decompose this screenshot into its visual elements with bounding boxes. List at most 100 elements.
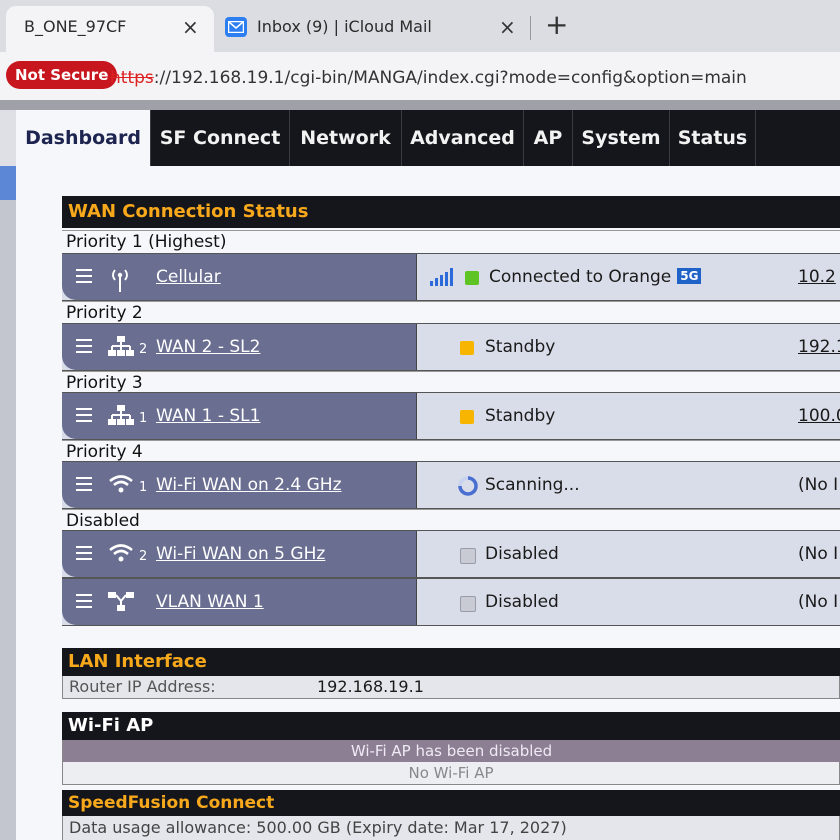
signal-bars-icon [430,268,454,290]
wan-ip-text: (No I [798,544,839,564]
wan-name-link[interactable]: WAN 2 - SL2 [156,337,260,357]
wan-status: Standby [485,337,556,357]
wan-status-panel: WAN Connection Status Priority 1 (Highes… [62,196,840,628]
wifi-ap-disabled-message: Wi-Fi AP has been disabled [62,740,840,762]
drag-handle-icon[interactable] [76,594,92,612]
wan-row-vlan[interactable]: VLAN WAN 1 Disabled (No I [62,578,840,626]
cellular-antenna-icon [108,266,132,296]
priority-label: Priority 4 [62,440,840,462]
wan-row-wifi-5[interactable]: 2 Wi-Fi WAN on 5 GHz Disabled (No I [62,530,840,578]
wan-ip-text: (No I [798,475,839,495]
wifi-ap-panel-title: Wi-Fi AP [62,712,840,740]
router-ip-row: Router IP Address: 192.168.19.1 [62,676,840,699]
wan-row-header: 2 Wi-Fi WAN on 5 GHz [62,531,417,577]
close-icon[interactable]: × [182,15,199,39]
wan-ip-link[interactable]: 10.2 [798,267,836,287]
drag-handle-icon[interactable] [76,546,92,564]
status-indicator [460,410,474,424]
priority-label: Disabled [62,509,840,531]
wan-ip-text: (No I [798,592,839,612]
wan-status: Standby [485,406,556,426]
wifi-icon [108,474,134,498]
tab-divider [530,16,531,40]
tab-ap[interactable]: AP [524,110,573,166]
url-text[interactable]: https://192.168.19.1/cgi-bin/MANGA/index… [110,68,747,88]
wan-port-number: 2 [139,342,148,357]
ethernet-network-icon [108,405,134,431]
tab-advanced[interactable]: Advanced [402,110,524,166]
drag-handle-icon[interactable] [76,408,92,426]
data-usage-row: Data usage allowance: 500.00 GB (Expiry … [62,816,840,840]
wan-row-header: 1 Wi-Fi WAN on 2.4 GHz [62,462,417,508]
wan-row-header: VLAN WAN 1 [62,579,417,625]
wan-row-wan2[interactable]: 2 WAN 2 - SL2 Standby 192.1 [62,323,840,371]
wan-port-number: 1 [139,411,148,426]
router-ip-label: Router IP Address: [69,677,216,696]
wan-ip-link[interactable]: 100.0 [798,406,840,426]
wan-status: Disabled [485,544,559,564]
wan-row-header: 2 WAN 2 - SL2 [62,324,417,370]
wifi-radio-number: 2 [139,549,148,564]
screen: B_ONE_97CF × Inbox (9) | iCloud Mail × +… [0,0,840,840]
data-usage-text: Data usage allowance: 500.00 GB (Expiry … [69,818,567,837]
wan-row-wan1[interactable]: 1 WAN 1 - SL1 Standby 100.0 [62,392,840,440]
wan-row-cellular[interactable]: Cellular Connected to Orange 5G 10.2 [62,253,840,301]
vlan-icon [108,591,134,617]
address-bar[interactable]: Not Secure https://192.168.19.1/cgi-bin/… [0,52,840,100]
tab-status[interactable]: Status [670,110,756,166]
mail-icon [225,17,247,37]
scanning-spinner-icon [457,475,479,501]
status-indicator [460,341,474,355]
wan-row-header: 1 WAN 1 - SL1 [62,393,417,439]
wan-name-link[interactable]: WAN 1 - SL1 [156,406,260,426]
wan-row-header: Cellular [62,254,417,300]
wan-ip-link[interactable]: 192.1 [798,337,840,357]
status-indicator [465,271,479,285]
wan-panel-title: WAN Connection Status [62,196,840,228]
drag-handle-icon[interactable] [76,477,92,495]
priority-label: Priority 1 (Highest) [62,230,840,252]
tab-dashboard[interactable]: Dashboard [16,110,151,166]
close-icon[interactable]: × [499,15,516,39]
wifi-ap-panel: Wi-Fi AP Wi-Fi AP has been disabled No W… [62,712,840,785]
tab-title: Inbox (9) | iCloud Mail [257,17,432,36]
url-path: ://192.168.19.1/cgi-bin/MANGA/index.cgi?… [153,68,747,88]
wan-status: Scanning... [485,475,580,495]
speedfusion-panel-title: SpeedFusion Connect [62,790,840,816]
tab-sf-connect[interactable]: SF Connect [151,110,290,166]
router-nav: Dashboard SF Connect Network Advanced AP… [16,110,840,166]
wan-name-link[interactable]: Wi-Fi WAN on 5 GHz [156,544,325,564]
tab-system[interactable]: System [573,110,670,166]
lan-panel-title: LAN Interface [62,648,840,676]
status-indicator [460,596,476,612]
wan-status: Connected to Orange 5G [489,267,702,287]
drag-handle-icon[interactable] [76,339,92,357]
status-indicator [460,548,476,564]
viewport-border [0,100,840,110]
drag-handle-icon[interactable] [76,269,92,287]
browser-tab-router[interactable]: B_ONE_97CF × [6,6,214,52]
ethernet-network-icon [108,336,134,362]
tab-network[interactable]: Network [290,110,402,166]
speedfusion-panel: SpeedFusion Connect Data usage allowance… [62,790,840,840]
url-scheme: https [110,68,154,88]
wan-name-link[interactable]: Cellular [156,267,221,287]
priority-label: Priority 3 [62,371,840,393]
wifi-icon [108,543,134,567]
browser-tab-bar: B_ONE_97CF × Inbox (9) | iCloud Mail × + [0,0,840,52]
tab-title: B_ONE_97CF [24,17,127,36]
not-secure-badge[interactable]: Not Secure [6,61,118,89]
router-ip-value: 192.168.19.1 [317,677,424,696]
browser-tab-mail[interactable]: Inbox (9) | iCloud Mail × [214,6,530,52]
wan-row-wifi-24[interactable]: 1 Wi-Fi WAN on 2.4 GHz Scanning... (No I [62,461,840,509]
wan-name-link[interactable]: Wi-Fi WAN on 2.4 GHz [156,475,342,495]
wan-name-link[interactable]: VLAN WAN 1 [156,592,264,612]
wan-status: Disabled [485,592,559,612]
sidebar-selected-marker [0,166,16,200]
new-tab-icon[interactable]: + [545,10,568,40]
priority-label: Priority 2 [62,301,840,323]
left-sidebar-edge [0,166,16,840]
5g-badge: 5G [677,268,702,284]
wifi-radio-number: 1 [139,480,148,495]
lan-interface-panel: LAN Interface Router IP Address: 192.168… [62,648,840,699]
